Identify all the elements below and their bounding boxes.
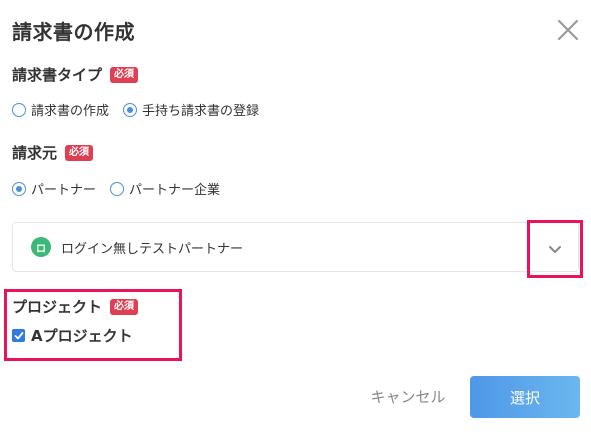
project-label: プロジェクト 必須 (12, 296, 139, 317)
chevron-down-icon[interactable] (548, 240, 562, 259)
checkbox-checked[interactable] (12, 329, 25, 342)
radio-circle-checked[interactable] (123, 102, 138, 117)
dialog-title: 請求書の作成 (12, 20, 135, 44)
billing-source-label-text: 請求元 (12, 144, 58, 162)
close-icon[interactable] (556, 18, 580, 42)
select-button[interactable]: 選択 (470, 376, 580, 418)
cancel-button[interactable]: キャンセル (358, 380, 458, 412)
required-badge: 必須 (110, 298, 139, 315)
radio-label: パートナー (31, 183, 97, 198)
required-badge: 必須 (110, 66, 139, 83)
radio-label: パートナー企業 (129, 183, 221, 198)
radio-circle-checked[interactable] (12, 181, 26, 196)
partner-select[interactable]: ロ ログイン無しテストパートナー (12, 222, 579, 272)
radio-circle[interactable] (110, 181, 125, 196)
billing-source-label: 請求元 必須 (12, 142, 94, 163)
required-badge: 必須 (65, 144, 94, 161)
project-checkbox-item[interactable]: Aプロジェクト (12, 325, 133, 346)
radio-create-invoice[interactable]: 請求書の作成 (12, 100, 109, 119)
project-label-text: プロジェクト (12, 298, 103, 316)
billing-source-options: パートナー パートナー企業 (12, 179, 234, 198)
invoice-type-options: 請求書の作成 手持ち請求書の登録 (12, 100, 273, 119)
selected-partner-name: ログイン無しテストパートナー (61, 241, 244, 257)
radio-partner[interactable]: パートナー (12, 179, 96, 198)
project-name: Aプロジェクト (31, 327, 133, 345)
avatar-initial: ロ (36, 243, 46, 255)
radio-circle[interactable] (12, 102, 26, 117)
radio-label: 請求書の作成 (31, 104, 110, 119)
radio-register-invoice[interactable]: 手持ち請求書の登録 (123, 100, 259, 119)
invoice-type-label: 請求書タイプ 必須 (12, 64, 139, 85)
dropdown-toggle[interactable] (527, 220, 583, 278)
radio-label: 手持ち請求書の登録 (142, 104, 260, 119)
avatar: ロ (31, 237, 51, 257)
invoice-type-label-text: 請求書タイプ (12, 66, 103, 84)
radio-partner-company[interactable]: パートナー企業 (110, 179, 220, 198)
